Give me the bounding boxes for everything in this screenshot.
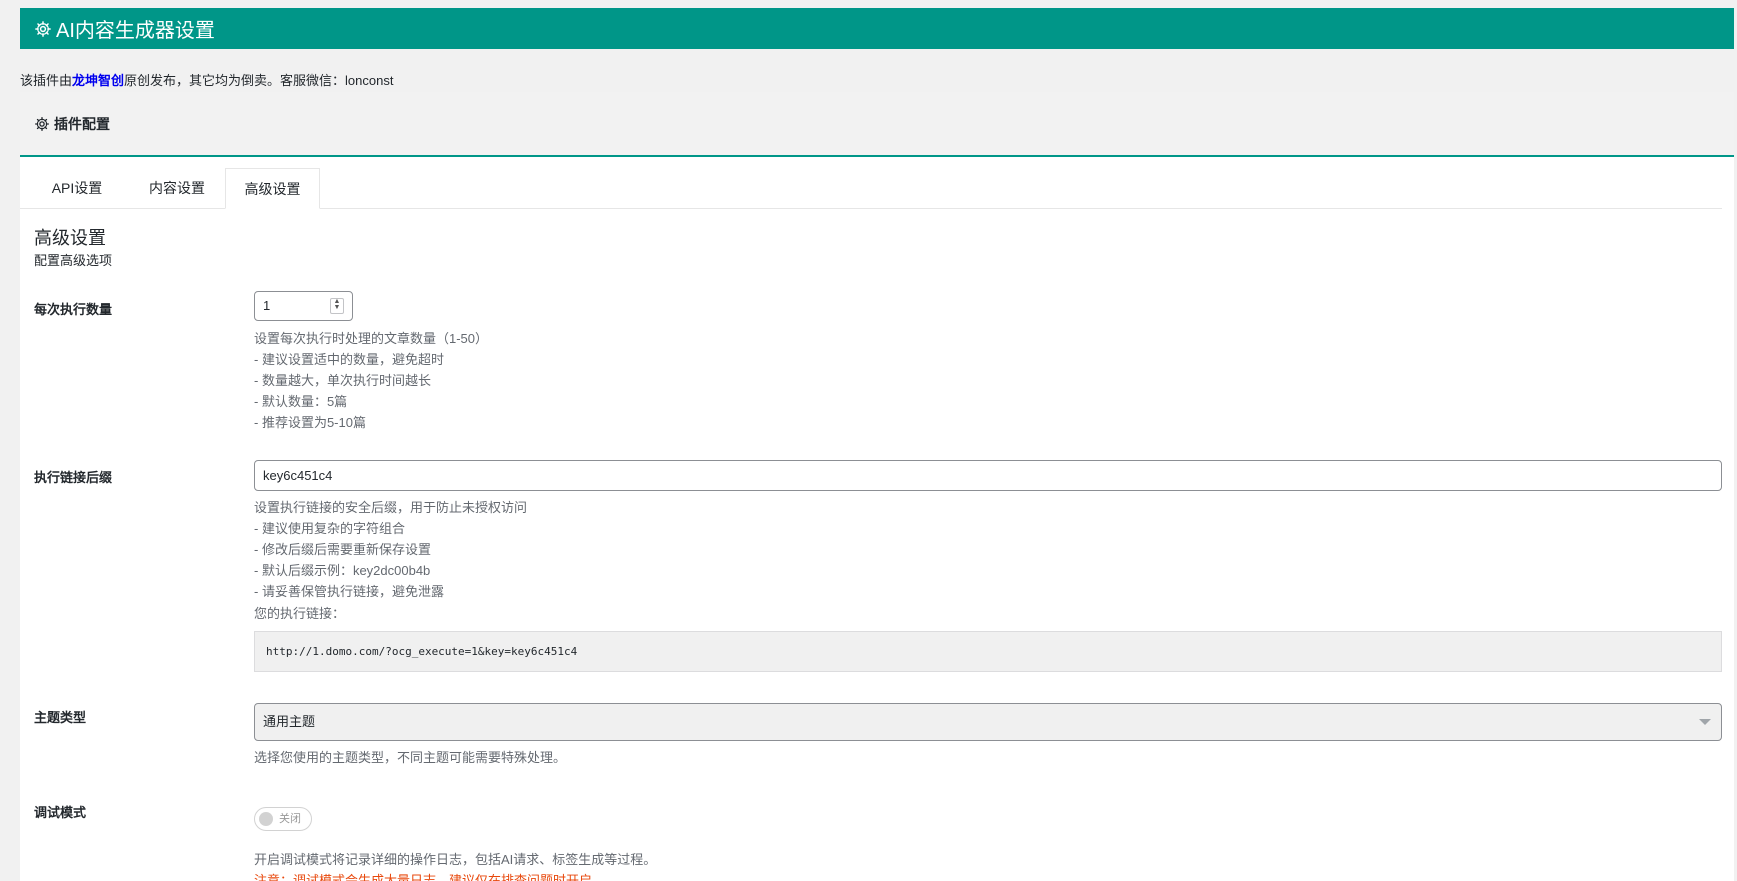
batch-count-value: 1 (263, 298, 271, 313)
link-suffix-input[interactable]: key6c451c4 (254, 460, 1722, 491)
tab-advanced-settings[interactable]: 高级设置 (225, 168, 320, 209)
theme-type-label: 主题类型 (34, 710, 87, 725)
execution-link-label: 您的执行链接： (254, 606, 346, 621)
settings-page: AI内容生成器设置 该插件由龙坤智创原创发布，其它均为倒卖。客服微信：lonco… (0, 0, 1737, 881)
description-line: - 修改后缀后需要重新保存设置 (254, 542, 431, 557)
batch-count-label: 每次执行数量 (34, 302, 113, 317)
number-spinner[interactable]: ▲ ▼ (330, 298, 344, 314)
page-title: AI内容生成器设置 (56, 20, 215, 42)
description-line: - 推荐设置为5-10篇 (254, 415, 366, 430)
description-line: - 请妥善保管执行链接，避免泄露 (254, 584, 444, 599)
description-line: - 建议使用复杂的字符组合 (254, 521, 405, 536)
debug-mode-description: 开启调试模式将记录详细的操作日志，包括AI请求、标签生成等过程。 (254, 852, 657, 867)
notice-prefix: 该插件由 (20, 73, 73, 88)
notice-suffix: 原创发布，其它均为倒卖。客服微信：lonconst (124, 73, 394, 88)
section-title: 高级设置 (34, 228, 106, 248)
toggle-knob (259, 812, 273, 826)
description-line: - 数量越大，单次执行时间越长 (254, 373, 431, 388)
description-line: 设置执行链接的安全后缀，用于防止未授权访问 (254, 500, 528, 515)
debug-mode-toggle[interactable]: 关闭 (254, 807, 312, 831)
link-suffix-description: 设置执行链接的安全后缀，用于防止未授权访问 - 建议使用复杂的字符组合 - 修改… (254, 497, 527, 602)
tab-content-settings[interactable]: 内容设置 (134, 168, 220, 208)
theme-type-selected: 通用主题 (263, 714, 316, 729)
chevron-down-icon (1699, 719, 1711, 725)
plugin-notice: 该插件由龙坤智创原创发布，其它均为倒卖。客服微信：lonconst (20, 70, 393, 89)
tab-api-settings[interactable]: API设置 (34, 168, 120, 208)
link-suffix-label: 执行链接后缀 (34, 470, 113, 485)
description-line: - 默认后缀示例：key2dc00b4b (254, 563, 431, 578)
page-header: AI内容生成器设置 (20, 8, 1734, 49)
toggle-label: 关闭 (279, 813, 301, 825)
link-suffix-value: key6c451c4 (263, 468, 333, 483)
chevron-down-icon[interactable]: ▼ (331, 304, 343, 311)
tab-bar: API设置 内容设置 高级设置 (20, 168, 1722, 209)
brand-link[interactable]: 龙坤智创 (72, 73, 124, 88)
batch-count-input[interactable]: 1 ▲ ▼ (254, 291, 353, 321)
gear-icon (35, 20, 51, 37)
execution-link-box[interactable]: http://1.domo.com/?ocg_execute=1&key=key… (254, 631, 1722, 672)
theme-type-select[interactable]: 通用主题 (254, 703, 1722, 741)
batch-count-description: 设置每次执行时处理的文章数量（1-50） - 建议设置适中的数量，避免超时 - … (254, 328, 488, 433)
description-line: - 默认数量：5篇 (254, 394, 348, 409)
debug-mode-warning: 注意：调试模式会生成大量日志，建议仅在排查问题时开启。 (254, 873, 606, 881)
panel-header: 插件配置 (20, 92, 1734, 157)
gear-icon (35, 116, 49, 131)
theme-type-description: 选择您使用的主题类型，不同主题可能需要特殊处理。 (254, 750, 567, 765)
panel-title: 插件配置 (54, 115, 110, 132)
panel-body: API设置 内容设置 高级设置 高级设置 配置高级选项 每次执行数量 1 ▲ ▼… (20, 157, 1734, 881)
debug-mode-label: 调试模式 (34, 805, 87, 820)
section-subtitle: 配置高级选项 (34, 253, 113, 268)
description-line: 设置每次执行时处理的文章数量（1-50） (254, 331, 489, 346)
description-line: - 建议设置适中的数量，避免超时 (254, 352, 444, 367)
